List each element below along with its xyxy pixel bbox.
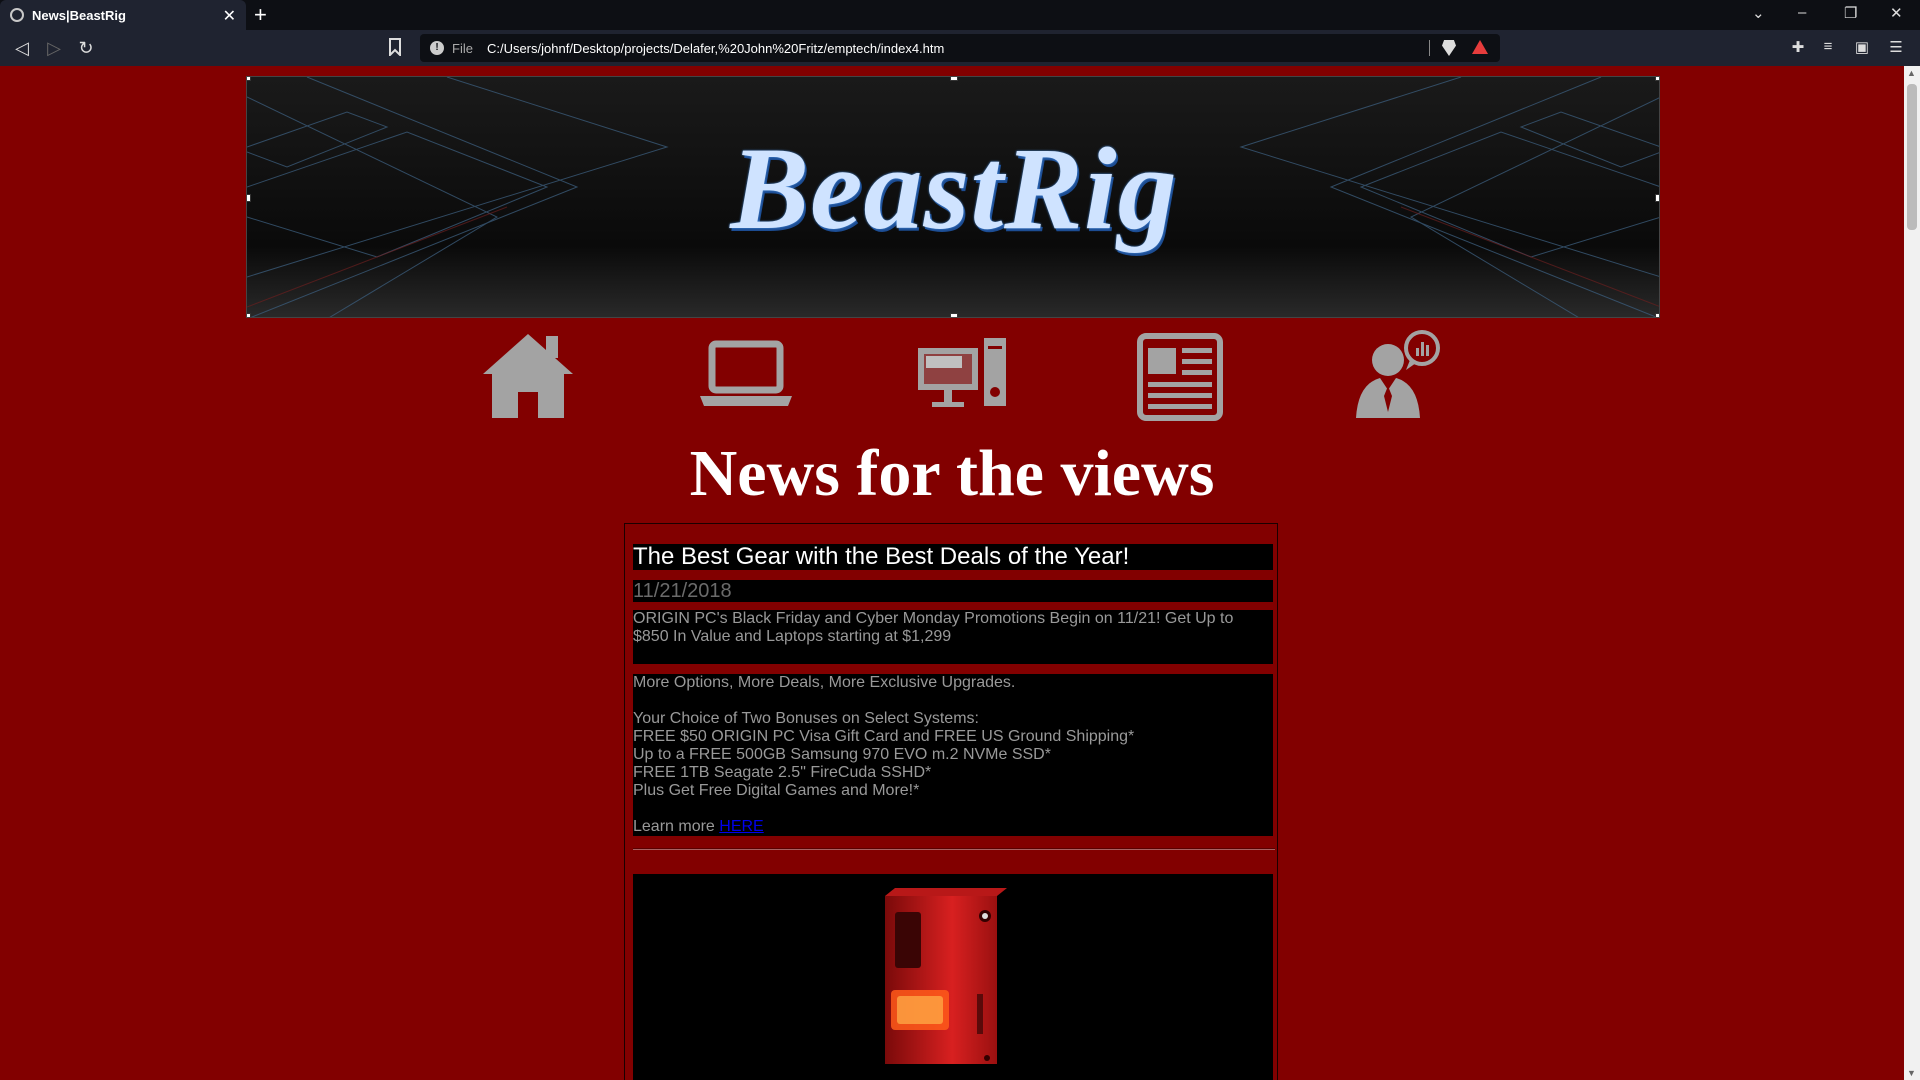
- address-url[interactable]: C:/Users/johnf/Desktop/projects/Delafer,…: [487, 41, 944, 56]
- article-date: 11/21/2018: [633, 580, 1273, 602]
- scroll-thumb[interactable]: [1907, 84, 1917, 230]
- info-icon[interactable]: !: [430, 41, 444, 55]
- reload-icon[interactable]: ↻: [74, 36, 98, 60]
- tab-close-icon[interactable]: ✕: [223, 6, 236, 26]
- wallet-icon[interactable]: ▣: [1852, 38, 1872, 58]
- resize-handle[interactable]: [950, 77, 958, 81]
- playlist-icon[interactable]: ≡: [1818, 38, 1838, 58]
- brave-shields-icon[interactable]: [1442, 40, 1456, 56]
- divider: [633, 848, 1275, 850]
- menu-icon[interactable]: ☰: [1886, 38, 1906, 58]
- article-body: More Options, More Deals, More Exclusive…: [633, 674, 1273, 836]
- resize-handle[interactable]: [247, 77, 251, 81]
- address-bar[interactable]: ! File C:/Users/johnf/Desktop/projects/D…: [420, 34, 1500, 62]
- tab-title: News|BeastRig: [32, 7, 126, 23]
- resize-handle[interactable]: [1655, 194, 1659, 202]
- body-intro: More Options, More Deals, More Exclusive…: [633, 674, 1016, 691]
- bookmark-icon[interactable]: [388, 38, 402, 56]
- resize-handle[interactable]: [247, 313, 251, 317]
- desktop-pc-icon[interactable]: [912, 326, 1012, 426]
- forward-icon[interactable]: ▷: [42, 36, 66, 60]
- new-tab-button[interactable]: +: [254, 2, 267, 28]
- article-title: The Best Gear with the Best Deals of the…: [633, 544, 1273, 570]
- beastrig-logo: BeastRig: [730, 123, 1178, 254]
- bonus-item: FREE $50 ORIGIN PC Visa Gift Card and FR…: [633, 728, 1135, 745]
- article-image: [633, 874, 1273, 1080]
- bonus-item: FREE 1TB Seagate 2.5" FireCuda SSHD*: [633, 764, 932, 781]
- extensions-icon[interactable]: ✚: [1788, 38, 1808, 58]
- scroll-up-icon[interactable]: ▲: [1907, 68, 1916, 78]
- home-icon[interactable]: [478, 326, 578, 426]
- resize-handle[interactable]: [247, 194, 251, 202]
- back-icon[interactable]: ◁: [10, 36, 34, 60]
- close-window-button[interactable]: ✕: [1890, 4, 1903, 22]
- support-person-icon[interactable]: [1346, 326, 1446, 426]
- icon-navigation: [460, 326, 1440, 426]
- browser-tab[interactable]: News|BeastRig ✕: [0, 0, 246, 30]
- brave-rewards-icon[interactable]: [1472, 40, 1488, 54]
- globe-icon: [10, 8, 24, 22]
- learn-more-text: Learn more: [633, 818, 720, 835]
- browser-tab-bar: News|BeastRig ✕ + ⌄ – ❐ ✕: [0, 0, 1920, 30]
- bonus-item: Up to a FREE 500GB Samsung 970 EVO m.2 N…: [633, 746, 1051, 763]
- resize-handle[interactable]: [1655, 313, 1659, 317]
- newspaper-icon[interactable]: [1128, 326, 1228, 426]
- resize-handle[interactable]: [950, 313, 958, 317]
- learn-more-link[interactable]: HERE: [719, 818, 763, 835]
- learn-more-line: Learn more HERE: [633, 818, 1273, 836]
- bonus-heading: Your Choice of Two Bonuses on Select Sys…: [633, 710, 979, 727]
- page-title: News for the views: [689, 437, 1215, 510]
- minimize-button[interactable]: –: [1798, 4, 1806, 21]
- scroll-down-icon[interactable]: ▼: [1907, 1068, 1916, 1078]
- address-scheme: File: [452, 40, 473, 56]
- red-pc-case-image: [885, 888, 1007, 1064]
- article-lead: ORIGIN PC's Black Friday and Cyber Monda…: [633, 610, 1273, 664]
- resize-handle[interactable]: [1655, 77, 1659, 81]
- laptop-icon[interactable]: [696, 326, 796, 426]
- news-article: The Best Gear with the Best Deals of the…: [624, 523, 1278, 1080]
- page-content: BeastRig News for the views The Best Gea…: [0, 66, 1904, 1080]
- banner-image: BeastRig: [246, 76, 1660, 318]
- tab-list-icon[interactable]: ⌄: [1752, 4, 1765, 22]
- browser-toolbar: ◁ ▷ ↻ ! File C:/Users/johnf/Desktop/proj…: [0, 30, 1920, 66]
- restore-button[interactable]: ❐: [1844, 4, 1857, 22]
- address-separator: [1429, 40, 1430, 56]
- bonus-item: Plus Get Free Digital Games and More!*: [633, 782, 920, 799]
- vertical-scrollbar[interactable]: ▲ ▼: [1904, 66, 1920, 1080]
